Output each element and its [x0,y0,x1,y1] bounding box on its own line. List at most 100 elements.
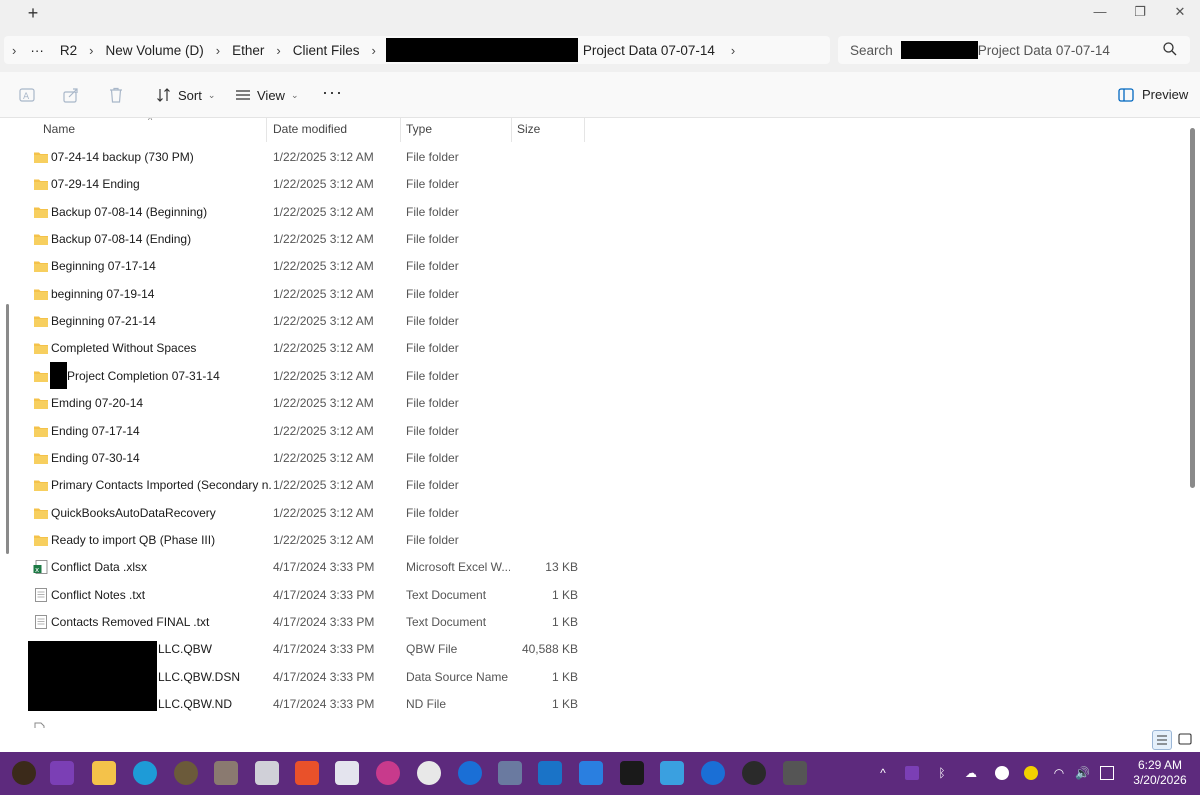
calculator-icon[interactable] [783,761,807,785]
breadcrumb[interactable]: › ··· R2 › New Volume (D) › Ether › Clie… [4,36,830,64]
file-size [512,226,578,253]
pocket-icon[interactable] [498,761,522,785]
file-row[interactable]: 07-29-14 Ending 1/22/2025 3:12 AM File fol… [12,171,1188,198]
file-row[interactable]: Completed Without Spaces 1/22/2025 3:12 A… [12,335,1188,362]
breadcrumb-item-ether[interactable]: Ether [230,43,266,58]
minimize-button[interactable]: — [1080,2,1120,24]
file-row[interactable]: QuickBooksAutoDataRecovery 1/22/2025 3:12… [12,500,1188,527]
delete-icon[interactable] [107,86,125,104]
column-header-name[interactable]: Name [43,118,268,142]
maximize-button[interactable]: ❐ [1120,2,1160,24]
navigation-pane-scrollbar[interactable] [6,304,9,554]
close-button[interactable]: ✕ [1160,2,1200,24]
breadcrumb-item-r2[interactable]: R2 [52,43,79,58]
capcut-icon[interactable] [620,761,644,785]
app-icon[interactable] [174,761,198,785]
file-row[interactable]: Backup 07-08-14 (Beginning) 1/22/2025 3:1… [12,199,1188,226]
onenote-tray-icon[interactable] [905,766,919,780]
file-row[interactable]: Primary Contacts Imported (Secondary n..… [12,472,1188,499]
file-size: 1 KB [551,587,578,602]
file-name: Ending 07-17-14 [51,423,140,438]
breadcrumb-item-project-data[interactable]: Project Data 07-07-14 [578,43,717,58]
breadcrumb-item-new-volume[interactable]: New Volume (D) [103,43,205,58]
new-tab-button[interactable]: + [22,3,44,25]
teamviewer-icon[interactable] [458,761,482,785]
media-player-icon[interactable] [742,761,766,785]
preview-button[interactable]: Preview [1118,87,1188,102]
breadcrumb-more-button[interactable]: ··· [26,43,52,58]
more-options-button[interactable]: ··· [322,82,343,103]
clock-date: 3/20/2026 [1133,773,1187,787]
file-type: File folder [406,177,459,192]
file-date-modified: 1/22/2025 3:12 AM [273,478,374,493]
file-row[interactable]: Backup 07-08-14 (Ending) 1/22/2025 3:12 A… [12,226,1188,253]
file-size [512,144,578,171]
column-header-type[interactable]: Type [406,118,506,142]
notepad-icon[interactable] [660,761,684,785]
column-divider[interactable] [584,118,585,142]
file-row[interactable]: Beginning 07-21-14 1/22/2025 3:12 AM File … [12,308,1188,335]
file-row[interactable]: Project Completion 07-31-14 1/22/2025 3:1… [12,363,1188,390]
view-button[interactable]: View ⌄ [235,83,299,107]
bluetooth-icon[interactable]: ᛒ [935,766,949,780]
chevron-right-icon[interactable]: › [717,43,745,58]
file-row[interactable]: Contacts Removed FINAL .txt 4/17/2024 3:3… [12,609,1188,636]
app-tray-icon[interactable] [1024,766,1038,780]
share-icon[interactable] [62,86,80,104]
wifi-icon[interactable]: ◠ [1052,766,1066,780]
usb-drive-icon[interactable] [214,761,238,785]
windows-tool-icon[interactable] [255,761,279,785]
clock-app-icon[interactable] [417,761,441,785]
battery-icon[interactable] [1100,766,1114,780]
search-icon[interactable] [1162,41,1178,57]
teamviewer-icon[interactable] [701,761,725,785]
column-divider[interactable] [266,118,267,142]
column-divider[interactable] [400,118,401,142]
breadcrumb-item-client-files[interactable]: Client Files [291,43,362,58]
column-header-date-modified[interactable]: Date modified [273,118,398,142]
search-input[interactable]: Search Project Data 07-07-14 [838,36,1190,64]
expand-chevron-icon[interactable]: › [4,43,26,58]
folder-icon [33,533,49,547]
proton-icon[interactable] [376,761,400,785]
file-explorer-icon[interactable] [92,761,116,785]
chevron-right-icon[interactable]: › [79,43,103,58]
chevron-right-icon[interactable]: › [266,43,290,58]
file-list[interactable]: ^ Name Date modified Type Size 07-24-14 … [12,118,1188,728]
chevron-right-icon[interactable]: › [361,43,385,58]
outlook-icon[interactable] [538,761,562,785]
edge-icon[interactable] [133,761,157,785]
file-row[interactable]: x Conflict Data .xlsx 4/17/2024 3:33 PM Mic… [12,554,1188,581]
file-row[interactable]: Conflict Notes .txt 4/17/2024 3:33 PM Text… [12,582,1188,609]
vk-icon[interactable] [579,761,603,785]
snipping-tool-icon[interactable] [335,761,359,785]
rename-icon[interactable]: A [18,86,36,104]
file-row[interactable]: Ending 07-17-14 1/22/2025 3:12 AM File fol… [12,418,1188,445]
column-divider[interactable] [511,118,512,142]
file-row[interactable]: LLC.QBW 4/17/2024 3:33 PM QBW File 40,588 K… [12,636,1188,663]
file-row[interactable]: Emding 07-20-14 1/22/2025 3:12 AM File fol… [12,390,1188,417]
teamviewer-tray-icon[interactable] [995,766,1009,780]
file-row[interactable]: 07-24-14 backup (730 PM) 1/22/2025 3:12 A… [12,144,1188,171]
sort-button[interactable]: Sort ⌄ [156,83,215,107]
file-row[interactable]: Beginning 07-17-14 1/22/2025 3:12 AM File … [12,253,1188,280]
brave-browser-icon[interactable] [295,761,319,785]
volume-icon[interactable]: 🔊 [1075,766,1090,780]
details-view-toggle[interactable] [1152,730,1172,750]
tiles-view-toggle[interactable] [1176,730,1196,750]
vertical-scrollbar[interactable] [1190,128,1195,488]
file-row[interactable]: Ending 07-30-14 1/22/2025 3:12 AM File fol… [12,445,1188,472]
file-row[interactable]: Ready to import QB (Phase III) 1/22/2025 … [12,527,1188,554]
start-logo-icon[interactable] [12,761,36,785]
chevron-right-icon[interactable]: › [206,43,230,58]
file-row[interactable]: beginning 07-19-14 1/22/2025 3:12 AM File … [12,281,1188,308]
chevron-up-icon[interactable]: ^ [876,766,890,780]
onedrive-icon[interactable]: ☁ [964,766,978,780]
file-size [512,418,578,445]
onenote-icon[interactable] [50,761,74,785]
system-clock[interactable]: 6:29 AM 3/20/2026 [1130,758,1190,788]
sort-icon [157,88,170,102]
column-header-size[interactable]: Size [517,118,577,142]
file-row[interactable]: LLC.QBW.DSN 4/17/2024 3:33 PM Data Source … [12,664,1188,691]
file-row[interactable]: LLC.QBW.ND 4/17/2024 3:33 PM ND File 1 KB [12,691,1188,718]
